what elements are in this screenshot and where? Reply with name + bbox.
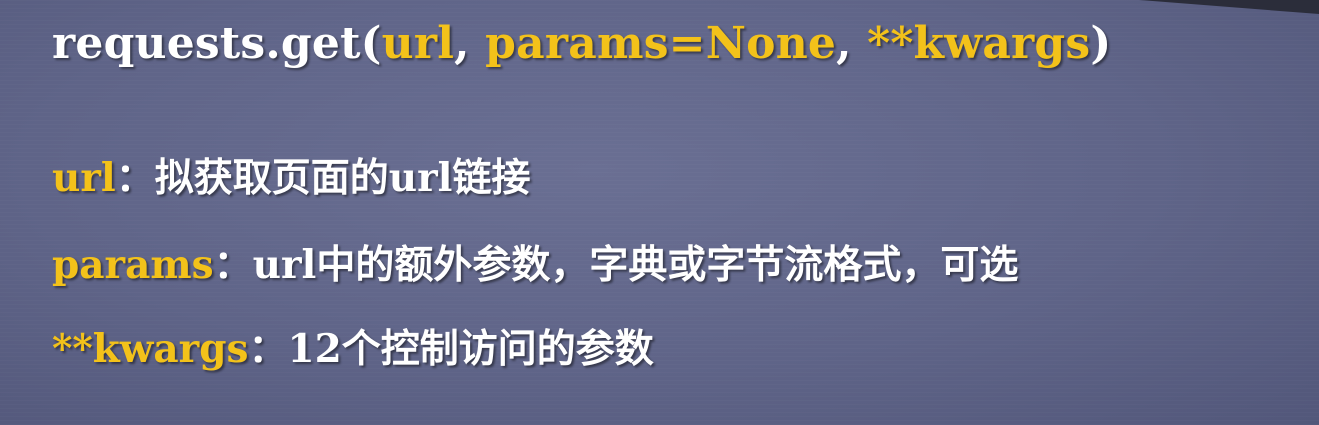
signature-func: requests.get(: [52, 18, 382, 69]
param-description: 12个控制访问的参数: [287, 326, 654, 372]
signature-arg-kwargs: **kwargs: [867, 18, 1091, 69]
signature-sep-1: ,: [454, 18, 486, 69]
param-description: 拟获取页面的url链接: [154, 155, 531, 201]
param-colon: ：: [248, 327, 288, 372]
param-row-kwargs: **kwargs：12个控制访问的参数: [52, 318, 654, 374]
corner-shadow: [1139, 0, 1319, 14]
param-colon: ：: [213, 243, 253, 288]
param-name: params: [52, 242, 214, 288]
param-name: url: [52, 155, 116, 201]
signature-sep-2: ,: [836, 18, 868, 69]
param-row-params: params：url中的额外参数，字典或字节流格式，可选: [52, 234, 1018, 290]
param-description: url中的额外参数，字典或字节流格式，可选: [252, 242, 1019, 288]
signature-close: ): [1090, 18, 1112, 69]
signature-arg-params: params=None: [485, 18, 837, 69]
signature-arg-url: url: [381, 18, 455, 69]
function-signature: requests.get(url, params=None, **kwargs): [52, 18, 1111, 69]
param-colon: ：: [115, 156, 155, 201]
param-row-url: url：拟获取页面的url链接: [52, 147, 530, 203]
param-name: **kwargs: [52, 326, 249, 372]
